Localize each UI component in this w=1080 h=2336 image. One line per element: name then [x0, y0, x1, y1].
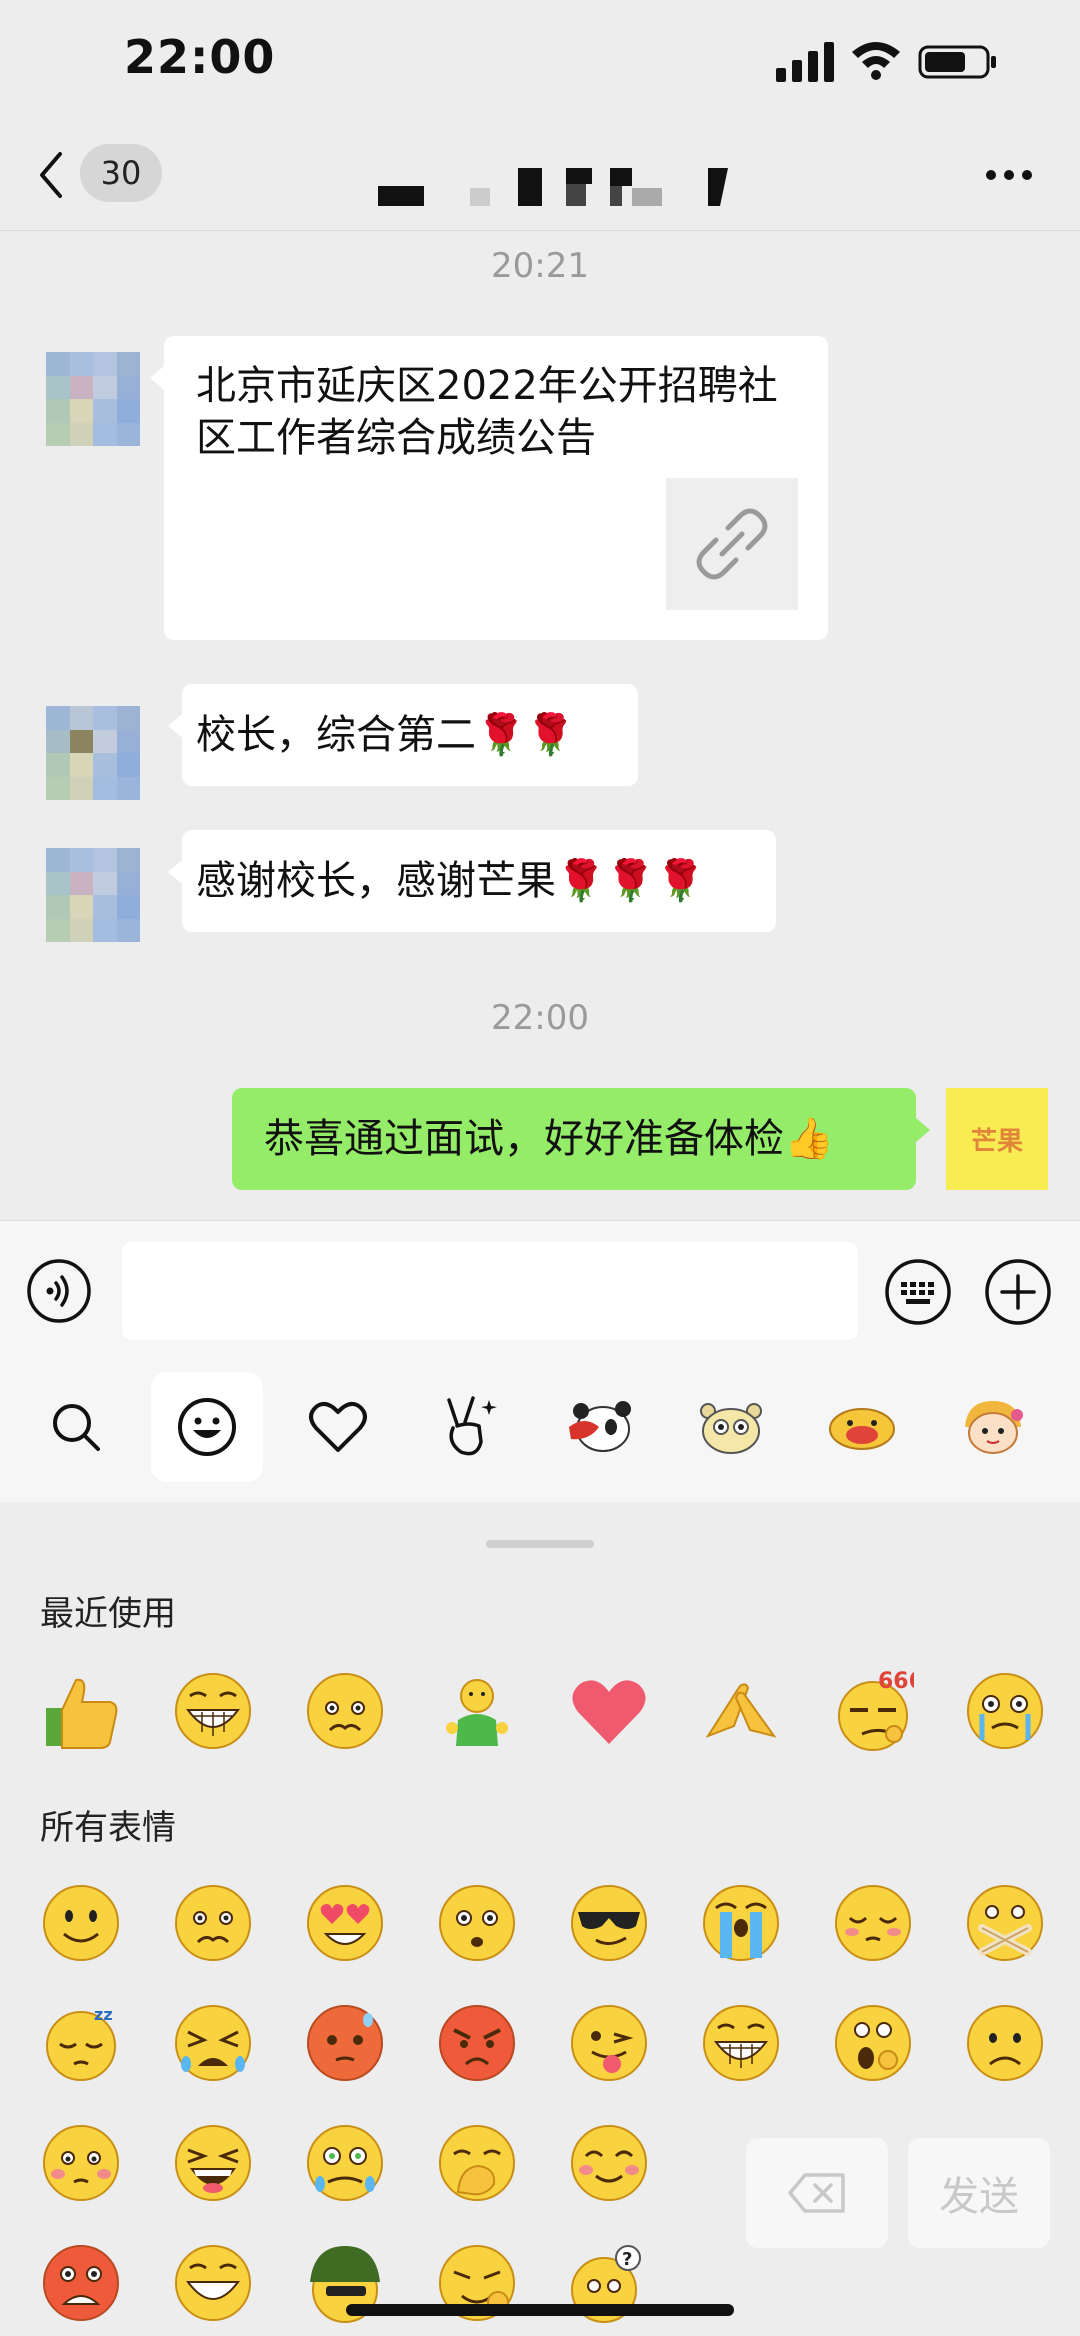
grin-emoji-icon[interactable] [172, 1670, 254, 1752]
angry-emoji-icon[interactable] [436, 2002, 518, 2084]
covering-mouth-emoji-icon[interactable] [436, 2122, 518, 2204]
tab-sticker-pack-2[interactable] [675, 1372, 787, 1482]
avatar[interactable] [46, 706, 140, 800]
peace-hand-icon [447, 1396, 497, 1456]
smile-emoji-icon[interactable] [40, 1882, 122, 1964]
worried-emoji-icon[interactable] [304, 1670, 386, 1752]
smile-blush-emoji-icon[interactable] [568, 2122, 650, 2204]
laugh-emoji-icon[interactable] [172, 2122, 254, 2204]
shy-emoji-icon[interactable] [832, 1882, 914, 1964]
signal-icon [776, 42, 834, 82]
bear-sticker-icon [700, 1403, 762, 1454]
back-arrow-icon[interactable] [36, 150, 66, 200]
self-message-bubble[interactable]: 恭喜通过面试，好好准备体检👍 [232, 1088, 930, 1190]
more-options-icon[interactable] [984, 168, 1034, 182]
status-bar: 22:00 [0, 0, 1080, 128]
tab-gestures[interactable] [413, 1372, 525, 1482]
red-face-emoji-icon[interactable] [304, 2002, 386, 2084]
tab-sticker-pack-4[interactable] [937, 1372, 1049, 1482]
sleepy-emoji-icon[interactable]: zz [40, 2002, 122, 2084]
avatar[interactable] [46, 352, 140, 446]
all-emoji-section-label: 所有表情 [40, 1808, 176, 1848]
blush-sad-emoji-icon[interactable] [40, 2122, 122, 2204]
shush-emoji-icon[interactable] [964, 1882, 1046, 1964]
add-icon[interactable] [984, 1258, 1052, 1326]
green-man-emoji-icon[interactable] [436, 1670, 518, 1752]
grin-emoji-icon[interactable] [700, 2002, 782, 2084]
smiley-icon [178, 1398, 236, 1456]
backspace-icon [788, 2173, 845, 2213]
delete-button[interactable] [746, 2138, 888, 2248]
battery-icon [918, 45, 996, 79]
link-icon [696, 508, 768, 580]
handshake-emoji-icon[interactable] [700, 1670, 782, 1752]
tab-sticker-pack-3[interactable] [806, 1372, 918, 1482]
tab-favorites[interactable] [282, 1372, 394, 1482]
cool-sunglasses-emoji-icon[interactable] [568, 1882, 650, 1964]
surprised-emoji-icon[interactable] [436, 1882, 518, 1964]
heart-emoji-icon[interactable] [568, 1670, 650, 1752]
frown-emoji-icon[interactable] [964, 2002, 1046, 2084]
crying-emoji-icon[interactable] [700, 1882, 782, 1964]
redacted-chat-title [378, 168, 728, 206]
home-indicator [346, 2304, 734, 2316]
search-icon [53, 1404, 100, 1451]
thumbs-up-icon[interactable] [40, 1670, 122, 1752]
scared-emoji-icon[interactable] [40, 2242, 122, 2324]
message-timestamp: 22:00 [491, 998, 589, 1038]
message-text: 恭喜通过面试，好好准备体检👍 [264, 1116, 834, 1162]
link-message-bubble[interactable]: 北京市延庆区2022年公开招聘社区工作者综合成绩公告 [150, 336, 828, 640]
heart-outline-icon [309, 1401, 367, 1452]
message-input[interactable] [122, 1242, 858, 1340]
tab-search[interactable] [20, 1372, 132, 1482]
wifi-icon [852, 42, 900, 80]
heart-eyes-emoji-icon[interactable] [304, 1882, 386, 1964]
duck-sticker-icon [829, 1408, 895, 1450]
message-bubble[interactable]: 校长，综合第二🌹🌹 [168, 684, 638, 786]
unread-count-badge[interactable]: 30 [80, 144, 162, 202]
tongue-wink-emoji-icon[interactable] [568, 2002, 650, 2084]
link-title: 北京市延庆区2022年公开招聘社区工作者综合成绩公告 [196, 363, 778, 461]
tab-sticker-pack-1[interactable] [544, 1372, 656, 1482]
panel-drag-handle[interactable] [486, 1540, 594, 1548]
svg-text:?: ? [622, 2249, 632, 2270]
link-thumbnail [666, 478, 798, 610]
svg-text:666: 666 [878, 1670, 914, 1694]
voice-icon[interactable] [26, 1258, 92, 1324]
svg-text:zz: zz [94, 2005, 113, 2024]
girl-sticker-icon [965, 1401, 1023, 1454]
self-avatar-text: 芒果 [970, 1126, 1023, 1157]
tab-emoji[interactable] [151, 1372, 263, 1482]
recent-section-label: 最近使用 [40, 1594, 176, 1634]
message-text: 感谢校长，感谢芒果🌹🌹🌹 [196, 858, 706, 904]
keyboard-icon[interactable] [884, 1258, 952, 1326]
grin-emoji-icon[interactable] [172, 2242, 254, 2324]
status-time: 22:00 [124, 30, 276, 84]
worried-emoji-icon[interactable] [172, 1882, 254, 1964]
666-smirk-emoji-icon[interactable]: 666 [832, 1670, 914, 1752]
sobbing-emoji-icon[interactable] [172, 2002, 254, 2084]
message-text: 校长，综合第二🌹🌹 [196, 712, 576, 758]
tear-sweat-emoji-icon[interactable] [304, 2122, 386, 2204]
message-timestamp: 20:21 [491, 246, 589, 286]
send-button[interactable]: 发送 [908, 2138, 1050, 2248]
avatar[interactable] [46, 848, 140, 942]
message-bubble[interactable]: 感谢校长，感谢芒果🌹🌹🌹 [168, 830, 776, 932]
self-avatar[interactable]: 芒果 [946, 1088, 1048, 1190]
yawn-emoji-icon[interactable] [832, 2002, 914, 2084]
teary-emoji-icon[interactable] [964, 1670, 1046, 1752]
panda-sticker-icon [569, 1401, 631, 1452]
